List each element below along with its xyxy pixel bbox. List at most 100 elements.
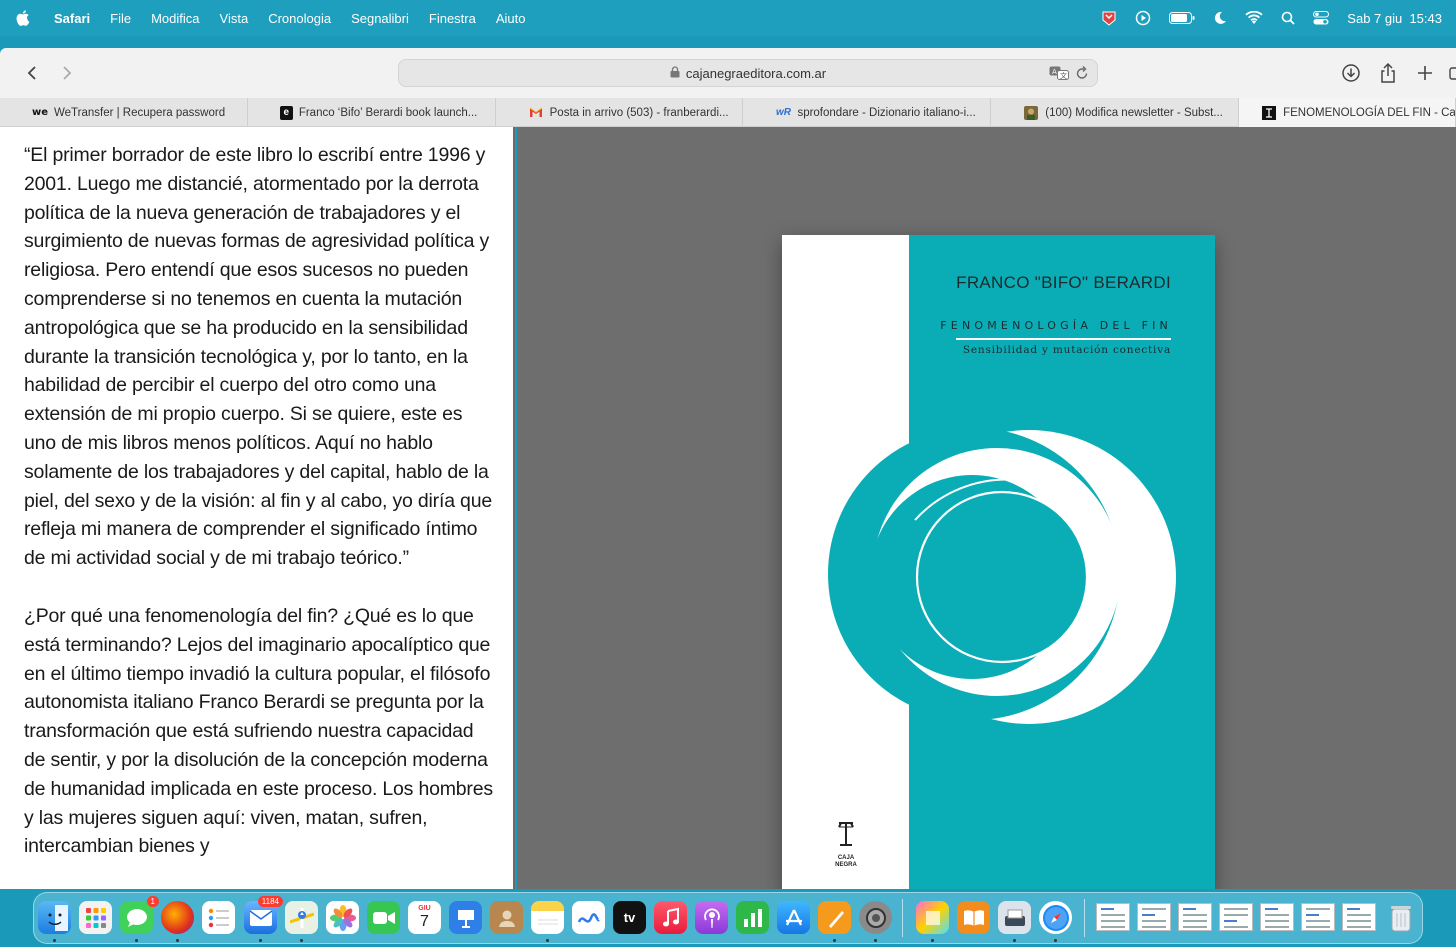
mail-badge: 1184 — [257, 896, 283, 907]
address-bar[interactable]: cajanegraeditora.com.ar A文 — [398, 59, 1098, 87]
numbers-icon[interactable] — [736, 901, 769, 934]
tab-substack[interactable]: (100) Modifica newsletter - Subst... — [991, 98, 1240, 127]
tab-label: WeTransfer | Recupera password — [54, 106, 226, 119]
caja-negra-logo: CAJA NEGRA — [834, 820, 858, 869]
freeform-icon[interactable] — [572, 901, 605, 934]
book-description-pane: “El primer borrador de este libro lo esc… — [0, 127, 515, 889]
apple-tv-icon[interactable]: tv — [613, 901, 646, 934]
page-content: “El primer borrador de este libro lo esc… — [0, 127, 1456, 889]
running-indicator — [135, 939, 138, 942]
podcasts-icon[interactable] — [695, 901, 728, 934]
new-tab-button[interactable] — [1413, 61, 1437, 85]
avatar-favicon-icon — [1023, 105, 1039, 120]
maps-icon[interactable] — [285, 901, 318, 934]
reminders-icon[interactable] — [202, 901, 235, 934]
play-circle-icon[interactable] — [1135, 10, 1151, 26]
messages-icon[interactable]: 1 — [120, 896, 159, 934]
tab-overview-button[interactable] — [1444, 61, 1456, 85]
publisher-line-2: NEGRA — [835, 862, 857, 868]
menu-bar: Safari File Modifica Vista Cronologia Se… — [0, 0, 1456, 36]
tv-label: tv — [623, 910, 636, 925]
minimized-window-thumbnail[interactable] — [1137, 903, 1171, 931]
downloads-button[interactable] — [1339, 61, 1363, 85]
messages-badge: 1 — [146, 896, 159, 907]
running-indicator — [176, 939, 179, 942]
wifi-icon[interactable] — [1245, 11, 1263, 25]
mail-icon[interactable]: 1184 — [244, 896, 283, 934]
menu-help[interactable]: Aiuto — [496, 11, 526, 26]
control-center-icon[interactable] — [1313, 11, 1330, 25]
running-indicator — [259, 939, 262, 942]
book-cover-pane: FRANCO "BIFO" BERARDI FENOMENOLOGÍA DEL … — [517, 127, 1456, 889]
running-indicator — [1013, 939, 1016, 942]
finder-icon[interactable] — [38, 901, 71, 934]
minimized-window-thumbnail[interactable] — [1342, 903, 1376, 931]
book-cover-image: FRANCO "BIFO" BERARDI FENOMENOLOGÍA DEL … — [782, 235, 1215, 889]
translate-icon[interactable]: A文 — [1049, 65, 1069, 84]
trash-icon[interactable] — [1384, 901, 1417, 934]
calendar-day: 7 — [420, 913, 429, 930]
calendar-month: GIU — [418, 905, 431, 912]
cover-title: FENOMENOLOGÍA DEL FIN — [940, 319, 1172, 332]
tab-fenomenologia[interactable]: FENOMENOLOGÍA DEL FIN - Caja — [1239, 98, 1456, 127]
battery-icon[interactable] — [1169, 12, 1195, 24]
notes-icon[interactable] — [531, 901, 564, 934]
tab-label: FENOMENOLOGÍA DEL FIN - Caja — [1283, 106, 1456, 119]
tab-label: (100) Modifica newsletter - Subst... — [1045, 106, 1223, 119]
menu-file[interactable]: File — [110, 11, 131, 26]
tab-wordreference[interactable]: wR sprofondare - Dizionario italiano-i..… — [743, 98, 992, 127]
shield-status-icon[interactable] — [1101, 10, 1117, 26]
facetime-icon[interactable] — [367, 901, 400, 934]
apple-menu-icon[interactable] — [16, 10, 36, 26]
forward-button[interactable] — [57, 62, 77, 84]
scanner-icon[interactable] — [998, 901, 1031, 934]
running-indicator — [833, 939, 836, 942]
preview-icon[interactable] — [916, 901, 949, 934]
back-button[interactable] — [22, 62, 42, 84]
share-button[interactable] — [1376, 61, 1400, 85]
tab-label: Franco ‘Bifo’ Berardi book launch... — [298, 106, 478, 119]
firefox-icon[interactable] — [161, 901, 194, 934]
photos-icon[interactable] — [326, 901, 359, 934]
safari-icon[interactable] — [1039, 901, 1072, 934]
quote-paragraph: “El primer borrador de este libro lo esc… — [24, 144, 492, 570]
calendar-icon[interactable]: GIU 7 — [408, 901, 441, 934]
tab-gmail[interactable]: Posta in arrivo (503) - franberardi... — [496, 98, 744, 127]
menu-window[interactable]: Finestra — [429, 11, 476, 26]
minimized-window-thumbnail[interactable] — [1096, 903, 1130, 931]
gmail-icon — [528, 106, 544, 120]
dock-separator — [1084, 899, 1085, 937]
launchpad-icon[interactable] — [79, 901, 112, 934]
running-indicator — [300, 939, 303, 942]
books-icon[interactable] — [957, 901, 990, 934]
running-indicator — [874, 939, 877, 942]
focus-moon-icon[interactable] — [1213, 11, 1227, 25]
lock-icon — [670, 65, 680, 81]
running-indicator — [1054, 939, 1057, 942]
system-settings-icon[interactable] — [859, 901, 892, 934]
minimized-window-thumbnail[interactable] — [1219, 903, 1253, 931]
spotlight-search-icon[interactable] — [1281, 11, 1295, 25]
tab-wetransfer[interactable]: we WeTransfer | Recupera password — [0, 98, 248, 127]
menu-app-name[interactable]: Safari — [54, 11, 90, 26]
minimized-window-thumbnail[interactable] — [1301, 903, 1335, 931]
minimized-window-thumbnail[interactable] — [1178, 903, 1212, 931]
cover-rule — [956, 338, 1171, 340]
dock: 1 1184 GIU 7 tv — [33, 892, 1423, 944]
wordreference-icon: wR — [775, 107, 791, 118]
svg-text:文: 文 — [1060, 71, 1067, 80]
menu-bookmarks[interactable]: Segnalibri — [351, 11, 409, 26]
menu-view[interactable]: Vista — [220, 11, 249, 26]
pages-icon[interactable] — [818, 901, 851, 934]
contacts-icon[interactable] — [490, 901, 523, 934]
music-icon[interactable] — [654, 901, 687, 934]
keynote-icon[interactable] — [449, 901, 482, 934]
menu-edit[interactable]: Modifica — [151, 11, 199, 26]
reload-icon[interactable] — [1075, 65, 1089, 84]
menu-clock[interactable]: Sab 7 giu 15:43 — [1347, 11, 1442, 26]
menu-history[interactable]: Cronologia — [268, 11, 331, 26]
tab-label: sprofondare - Dizionario italiano-i... — [797, 106, 976, 119]
minimized-window-thumbnail[interactable] — [1260, 903, 1294, 931]
tab-berardi-launch[interactable]: e Franco ‘Bifo’ Berardi book launch... — [248, 98, 496, 127]
app-store-icon[interactable] — [777, 901, 810, 934]
